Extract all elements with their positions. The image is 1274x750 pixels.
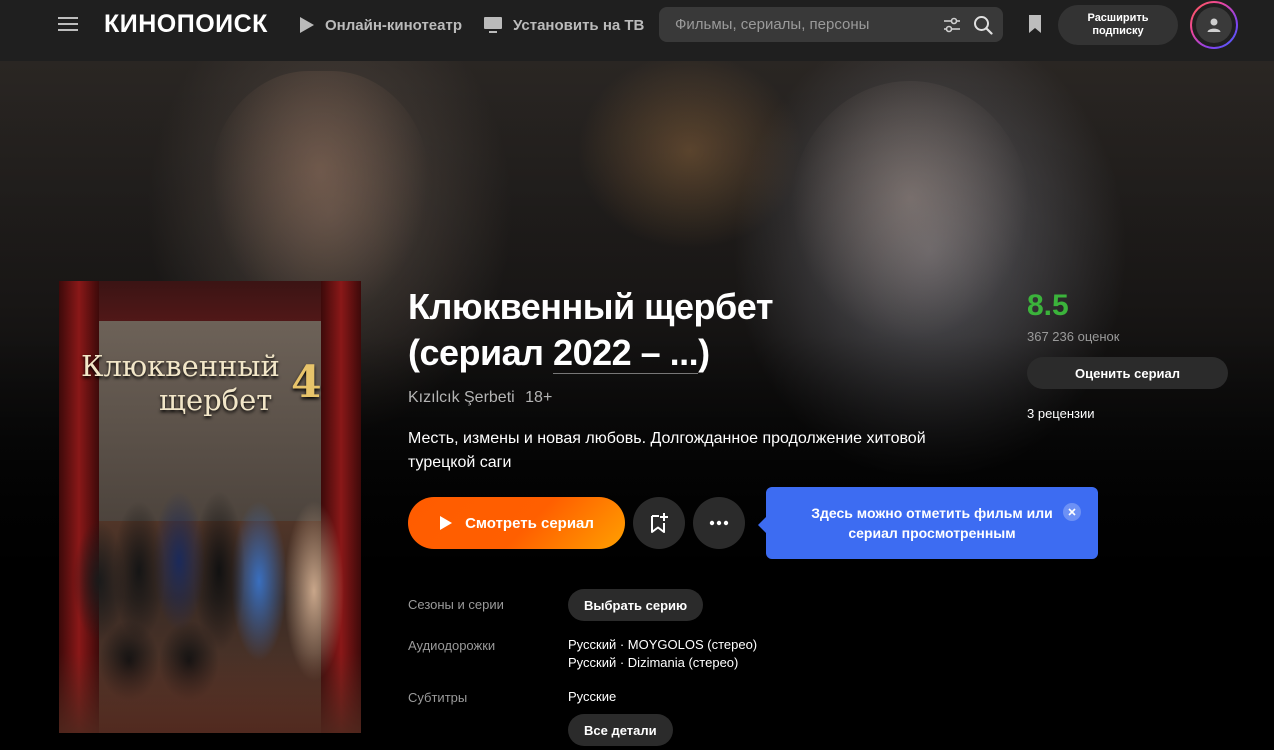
nav-install-tv[interactable]: Установить на ТВ	[483, 14, 644, 36]
original-title-row: Kızılcık Şerbeti 18+	[408, 389, 552, 407]
age-rating: 18+	[525, 389, 553, 406]
rate-series-button[interactable]: Оценить сериал	[1027, 357, 1228, 389]
search-bar	[659, 7, 1003, 42]
title-year-link[interactable]: 2022 – ...	[553, 332, 699, 374]
reviews-link[interactable]: 3 рецензии	[1027, 406, 1095, 421]
play-icon	[300, 17, 314, 33]
subtitles-value: Русские	[568, 689, 617, 704]
subtitles-label: Субтитры	[408, 690, 468, 705]
tooltip-text: Здесь можно отметить фильм или сериал пр…	[811, 505, 1053, 541]
title-prefix: (сериал	[408, 332, 554, 373]
bookmark-plus-icon	[651, 513, 668, 533]
search-icon[interactable]	[973, 15, 993, 35]
add-to-watchlist-button[interactable]	[633, 497, 685, 549]
choose-episode-button[interactable]: Выбрать серию	[568, 589, 704, 621]
search-input[interactable]	[659, 16, 929, 33]
poster-season-number: 4	[291, 357, 322, 408]
original-title: Kızılcık Şerbeti	[408, 389, 515, 406]
tv-icon	[484, 17, 502, 33]
watch-series-button[interactable]: Смотреть сериал	[408, 497, 625, 549]
subscription-line2: подписку	[1092, 25, 1144, 37]
user-icon	[1207, 18, 1221, 32]
audio-track-1: Русский · MOYGOLOS (стерео)	[568, 637, 758, 652]
user-avatar[interactable]	[1190, 1, 1238, 49]
watch-series-label: Смотреть сериал	[465, 514, 594, 532]
audio-track-2: Русский · Dizimania (стерео)	[568, 655, 739, 670]
top-header: КИНОПОИСК Онлайн-кинотеатр Установить на…	[0, 0, 1274, 61]
menu-icon[interactable]	[58, 16, 78, 32]
nav-online-cinema-label: Онлайн-кинотеатр	[325, 16, 462, 34]
close-icon	[1068, 508, 1076, 516]
logo-text: КИНОПОИСК	[104, 9, 268, 38]
extend-subscription-button[interactable]: Расширить подписку	[1058, 5, 1178, 45]
title-line1: Клюквенный щербет	[408, 286, 773, 327]
nav-install-tv-label: Установить на ТВ	[513, 16, 645, 34]
votes-count: 367 236 оценок	[1027, 329, 1120, 344]
poster-title-line1: Клюквенный	[81, 349, 280, 383]
bookmark-icon[interactable]	[1027, 14, 1043, 34]
nav-online-cinema[interactable]: Онлайн-кинотеатр	[299, 14, 462, 36]
more-dots-icon	[709, 520, 729, 526]
all-details-label: Все детали	[584, 722, 657, 738]
audio-label: Аудиодорожки	[408, 638, 496, 653]
watched-hint-tooltip: Здесь можно отметить фильм или сериал пр…	[758, 487, 1098, 559]
rating-value: 8.5	[1027, 289, 1069, 322]
tooltip-close-button[interactable]	[1063, 503, 1081, 521]
more-options-button[interactable]	[693, 497, 745, 549]
short-description: Месть, измены и новая любовь. Долгожданн…	[408, 430, 926, 471]
filter-icon[interactable]	[943, 16, 961, 34]
choose-episode-label: Выбрать серию	[584, 597, 688, 613]
title-suffix: )	[698, 332, 710, 373]
series-poster[interactable]: Клюквенный щербет 4	[59, 281, 361, 733]
kinopoisk-logo[interactable]: КИНОПОИСК	[104, 8, 268, 40]
seasons-label: Сезоны и серии	[408, 597, 504, 612]
all-details-button[interactable]: Все детали	[568, 714, 673, 746]
rate-series-label: Оценить сериал	[1074, 365, 1181, 381]
play-icon	[440, 516, 453, 530]
subscription-line1: Расширить	[1087, 12, 1149, 24]
page-title: Клюквенный щербет (сериал 2022 – ...)	[408, 284, 928, 376]
